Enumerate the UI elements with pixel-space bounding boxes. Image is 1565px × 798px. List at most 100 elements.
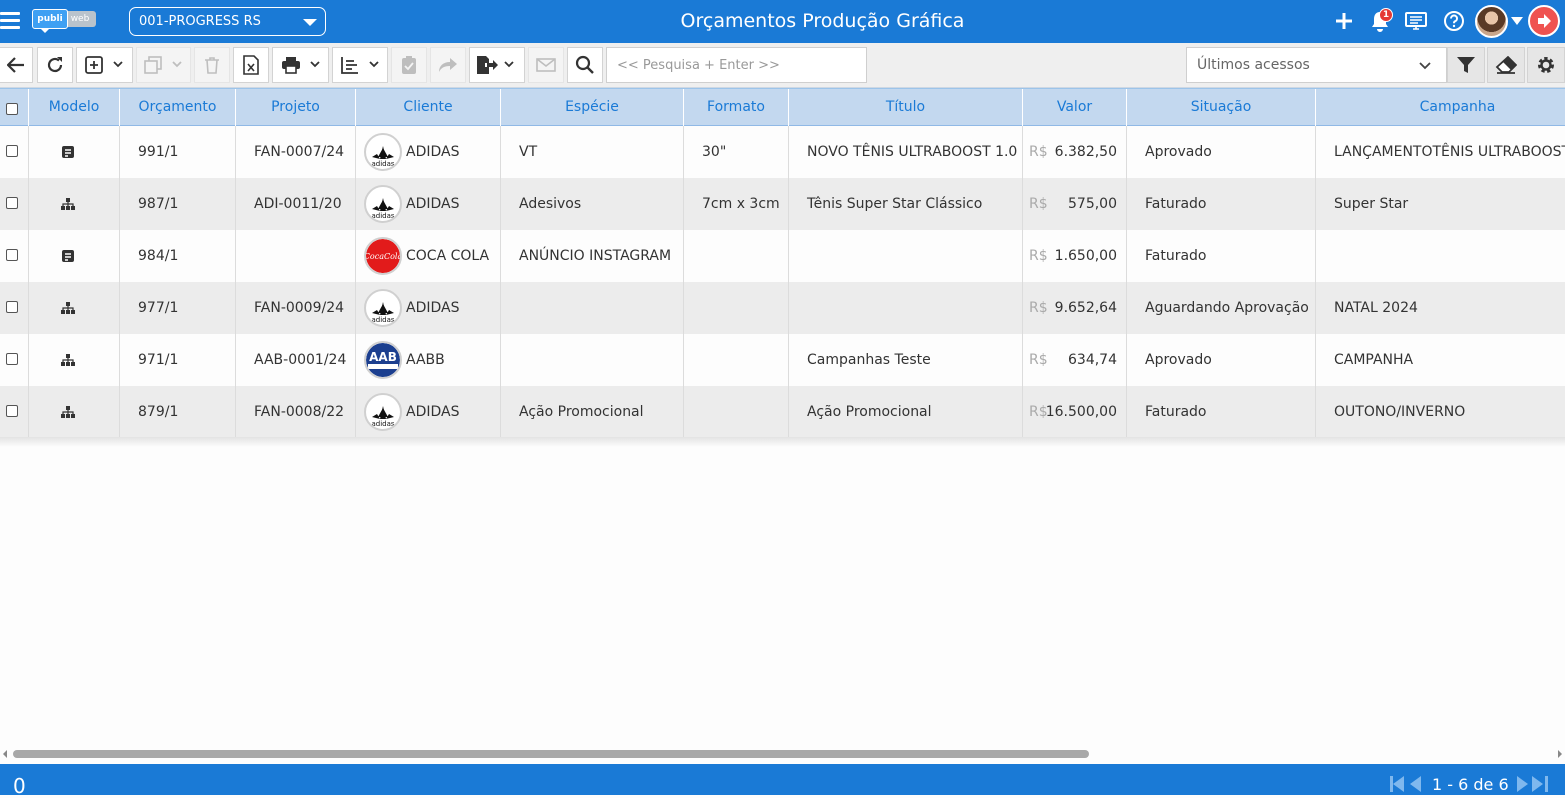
excel-button[interactable]	[233, 47, 269, 83]
chevron-down-icon	[172, 61, 182, 68]
column-header-cliente[interactable]: Cliente	[356, 89, 501, 126]
orcamento-cell: 987/1	[120, 178, 236, 230]
next-last-page-icon[interactable]	[1514, 774, 1550, 794]
duplicate-button[interactable]	[136, 47, 191, 83]
row-select-cell	[0, 178, 29, 230]
modelo-cell	[29, 178, 120, 230]
chevron-down-icon	[1419, 62, 1431, 70]
hierarchy-icon	[60, 301, 76, 315]
table-row[interactable]: 991/1 FAN-0007/24 adidas ADIDAS VT 30" NOVO TÊ…	[0, 126, 1565, 178]
svg-text:AAB: AAB	[369, 350, 397, 364]
menu-icon[interactable]	[0, 12, 20, 30]
pagination-label: 1 - 6 de 6	[1432, 775, 1509, 794]
cocacola-logo: CocaCola	[364, 237, 402, 275]
table-row[interactable]: 971/1 AAB-0001/24 AAB AABB Campanhas Teste R$…	[0, 334, 1565, 386]
new-button[interactable]	[76, 47, 133, 83]
scrollbar-thumb[interactable]	[13, 750, 1089, 758]
column-header-formato[interactable]: Formato	[684, 89, 789, 126]
situacao-cell: Aguardando Aprovação	[1127, 282, 1316, 334]
email-button[interactable]	[528, 47, 564, 83]
column-header-valor[interactable]: Valor	[1023, 89, 1127, 126]
column-header-campanha[interactable]: Campanha	[1316, 89, 1565, 126]
especie-cell: Adesivos	[501, 178, 684, 230]
formato-cell: 30"	[684, 126, 789, 178]
valor-amount: 634,74	[1068, 352, 1117, 368]
row-checkbox[interactable]	[6, 249, 18, 261]
scroll-right-icon[interactable]	[1556, 749, 1564, 759]
caret-down-icon[interactable]	[1506, 9, 1528, 33]
row-checkbox[interactable]	[6, 405, 18, 417]
especie-cell	[501, 282, 684, 334]
refresh-button[interactable]	[37, 47, 73, 83]
column-header-projeto[interactable]: Projeto	[236, 89, 356, 126]
column-header-orcamento[interactable]: Orçamento	[120, 89, 236, 126]
report-button[interactable]	[332, 47, 388, 83]
monitor-icon[interactable]	[1404, 9, 1428, 33]
help-icon[interactable]	[1442, 9, 1466, 33]
add-icon[interactable]	[1332, 9, 1356, 33]
gear-icon	[1538, 57, 1554, 73]
table-row[interactable]: 977/1 FAN-0009/24 adidas ADIDAS R$ 9.652,64 Ag…	[0, 282, 1565, 334]
clear-filter-button[interactable]	[1487, 47, 1525, 83]
back-button[interactable]	[0, 47, 33, 83]
situacao-cell: Faturado	[1127, 178, 1316, 230]
currency-symbol: R$	[1029, 352, 1048, 368]
projeto-cell: FAN-0009/24	[236, 282, 356, 334]
company-select[interactable]: 001-PROGRESS RS	[129, 7, 326, 36]
svg-text:adidas: adidas	[371, 212, 394, 220]
row-select-cell	[0, 386, 29, 438]
projeto-cell: FAN-0007/24	[236, 126, 356, 178]
recent-access-select[interactable]: Últimos acessos	[1186, 47, 1447, 83]
modelo-cell	[29, 334, 120, 386]
formato-cell	[684, 386, 789, 438]
especie-cell: VT	[501, 126, 684, 178]
valor-cell: R$ 575,00	[1023, 178, 1127, 230]
select-all-cell	[0, 89, 29, 126]
first-prev-page-icon[interactable]	[1388, 774, 1424, 794]
campanha-cell: CAMPANHA	[1334, 352, 1414, 368]
svg-text:adidas: adidas	[371, 420, 394, 428]
orcamento-cell: 991/1	[120, 126, 236, 178]
currency-symbol: R$	[1029, 300, 1048, 316]
export-button[interactable]	[469, 47, 525, 83]
logout-button[interactable]	[1528, 5, 1560, 37]
filter-button[interactable]	[1447, 47, 1485, 83]
avatar[interactable]	[1475, 5, 1508, 38]
add-box-icon	[85, 56, 103, 74]
formato-cell	[684, 282, 789, 334]
table-row[interactable]: 879/1 FAN-0008/22 adidas ADIDAS Ação Promoci…	[0, 386, 1565, 438]
aabb-logo: AAB	[364, 341, 402, 379]
print-button[interactable]	[272, 47, 329, 83]
recent-access-label: Últimos acessos	[1197, 57, 1310, 73]
table-row[interactable]: 987/1 ADI-0011/20 adidas ADIDAS Adesivos 7cm …	[0, 178, 1565, 230]
row-checkbox[interactable]	[6, 353, 18, 365]
column-header-situacao[interactable]: Situação	[1127, 89, 1316, 126]
scroll-left-icon[interactable]	[1, 749, 9, 759]
column-header-titulo[interactable]: Título	[789, 89, 1023, 126]
search-button[interactable]	[567, 47, 603, 83]
row-checkbox[interactable]	[6, 301, 18, 313]
forward-button[interactable]	[430, 47, 466, 83]
search-input[interactable]: << Pesquisa + Enter >>	[606, 47, 867, 83]
settings-button[interactable]	[1527, 47, 1565, 83]
column-header-especie[interactable]: Espécie	[501, 89, 684, 126]
delete-button[interactable]	[194, 47, 230, 83]
titulo-cell	[789, 230, 1023, 282]
valor-amount: 16.500,00	[1045, 404, 1117, 420]
share-icon	[439, 58, 457, 72]
column-header-modelo[interactable]: Modelo	[29, 89, 120, 126]
mail-icon	[536, 58, 556, 72]
currency-symbol: R$	[1029, 248, 1048, 264]
logo-publi-text: publi	[32, 9, 68, 29]
table-row[interactable]: 984/1 CocaCola COCA COLA ANÚNCIO INSTAGRAM R…	[0, 230, 1565, 282]
cliente-cell: AAB AABB	[356, 334, 501, 386]
select-all-checkbox[interactable]	[6, 103, 18, 115]
row-select-cell	[0, 282, 29, 334]
chevron-down-icon	[504, 61, 514, 68]
row-checkbox[interactable]	[6, 145, 18, 157]
row-checkbox[interactable]	[6, 197, 18, 209]
horizontal-scrollbar[interactable]	[0, 747, 1565, 761]
currency-symbol: R$	[1029, 144, 1048, 160]
approve-button[interactable]	[391, 47, 427, 83]
eraser-icon	[1495, 56, 1517, 74]
